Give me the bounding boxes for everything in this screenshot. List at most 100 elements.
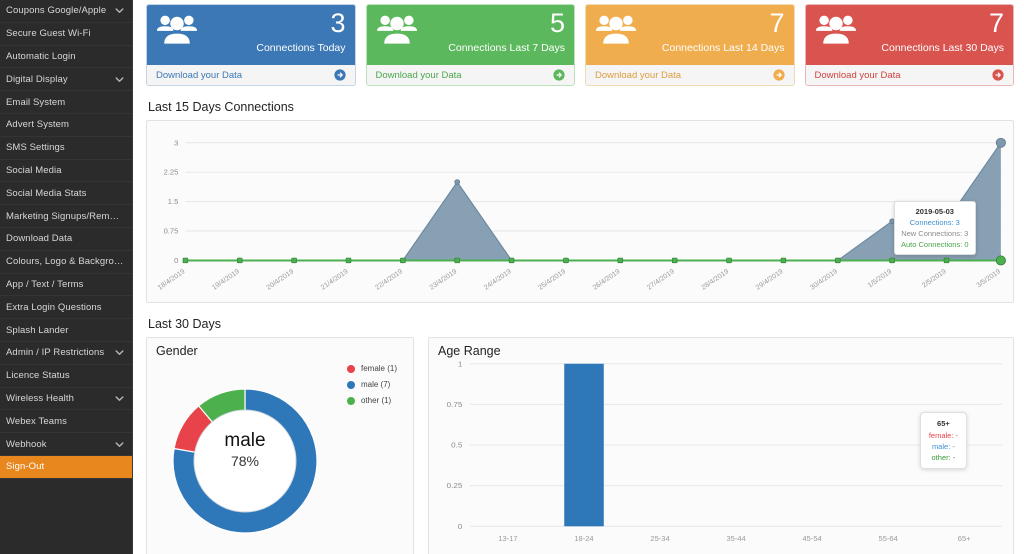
sidebar-item-admin-ip-restrictions[interactable]: Admin / IP Restrictions	[0, 342, 132, 365]
gender-chart-title: Gender	[156, 344, 198, 358]
svg-text:18-24: 18-24	[574, 534, 593, 543]
tooltip-date: 2019-05-03	[915, 207, 954, 216]
sidebar-item-automatic-login[interactable]: Automatic Login	[0, 46, 132, 69]
sidebar-item-social-media[interactable]: Social Media	[0, 160, 132, 183]
sidebar-item-label: App / Text / Terms	[6, 278, 84, 290]
svg-text:25/4/2019: 25/4/2019	[537, 268, 567, 291]
download-your-data-button[interactable]: Download your Data	[586, 65, 794, 85]
chevron-down-icon[interactable]	[115, 394, 124, 403]
app-root: Coupons Google/Apple Secure Guest Wi-Fi Au…	[0, 0, 1024, 554]
age-tooltip-male: male: -	[931, 442, 955, 451]
sidebar-item-label: Download Data	[6, 233, 73, 245]
stat-card-value: 7	[769, 8, 785, 38]
svg-text:1: 1	[458, 360, 462, 369]
connections-line-chart-panel: 0 0.75 1.5 2.25 3 18/4/2019 19/4/2019 20/4/201…	[146, 120, 1014, 303]
sidebar-item-sign-out[interactable]: Sign-Out	[0, 455, 132, 479]
download-label: Download your Data	[375, 69, 462, 81]
line-section-title: Last 15 Days Connections	[148, 100, 294, 114]
users-icon	[595, 12, 637, 46]
stat-card-body: 5 Connections Last 7 Days	[366, 5, 574, 65]
sidebar-item-label: Email System	[6, 96, 66, 108]
sidebar-item-label: Automatic Login	[6, 50, 76, 62]
gender-chart-panel: Gender female (1) male (7) other (1) male …	[146, 337, 414, 554]
sidebar-item-marketing-signups-removals[interactable]: Marketing Signups/Removals	[0, 205, 132, 228]
sidebar-item-label: Advert System	[6, 119, 70, 131]
sidebar-item-colours-logo-background[interactable]: Colours, Logo & Background	[0, 251, 132, 274]
sidebar-item-wireless-health[interactable]: Wireless Health	[0, 388, 132, 411]
sidebar-item-digital-display[interactable]: Digital Display	[0, 68, 132, 92]
download-label: Download your Data	[595, 69, 682, 81]
download-your-data-button[interactable]: Download your Data	[805, 65, 1013, 85]
sidebar-item-licence-status[interactable]: Licence Status	[0, 365, 132, 388]
download-your-data-button[interactable]: Download your Data	[147, 65, 355, 85]
bottom-section-title: Last 30 Days	[148, 317, 221, 331]
arrow-right-circle-icon[interactable]	[333, 69, 346, 81]
arrow-right-circle-icon[interactable]	[772, 69, 785, 81]
svg-text:23/4/2019: 23/4/2019	[429, 268, 459, 291]
download-your-data-button[interactable]: Download your Data	[366, 65, 574, 85]
download-label: Download your Data	[814, 69, 901, 81]
gender-legend-item[interactable]: male (7)	[346, 380, 397, 389]
arrow-right-circle-icon[interactable]	[992, 69, 1004, 81]
age-bar-18-24[interactable]	[564, 363, 604, 527]
sidebar-item-email-system[interactable]: Email System	[0, 91, 132, 114]
svg-text:0.25: 0.25	[447, 482, 463, 491]
sidebar-item-webex-teams[interactable]: Webex Teams	[0, 410, 132, 434]
svg-text:20/4/2019: 20/4/2019	[266, 268, 296, 291]
svg-text:0.5: 0.5	[451, 441, 462, 450]
sidebar-item-sms-settings[interactable]: SMS Settings	[0, 137, 132, 160]
stat-card-values: 5 Connections Last 7 Days	[448, 10, 565, 55]
age-range-chart-title: Age Range	[438, 344, 501, 358]
chevron-down-icon[interactable]	[115, 440, 124, 449]
sidebar-item-extra-login-questions[interactable]: Extra Login Questions	[0, 296, 132, 320]
chevron-down-icon[interactable]	[115, 6, 124, 15]
svg-text:65+: 65+	[958, 534, 971, 543]
stat-card-4[interactable]: 7 Connections Last 30 Days Download your D…	[804, 4, 1014, 86]
users-icon	[376, 12, 418, 46]
stat-card-body: 3 Connections Today	[147, 5, 355, 65]
sidebar-item-label: Secure Guest Wi-Fi	[6, 28, 91, 40]
connections-line-chart[interactable]: 0 0.75 1.5 2.25 3 18/4/2019 19/4/2019 20/4/201…	[147, 121, 1013, 302]
stat-card-1[interactable]: 3 Connections Today Download your Data	[146, 4, 356, 86]
sidebar-item-label: Social Media	[6, 164, 62, 176]
sidebar-item-label: Licence Status	[6, 370, 70, 382]
sidebar-item-label: SMS Settings	[6, 142, 65, 154]
legend-color-dot	[346, 396, 355, 405]
sidebar-item-social-media-stats[interactable]: Social Media Stats	[0, 182, 132, 206]
gender-legend: female (1) male (7) other (1)	[346, 364, 397, 412]
sidebar-item-advert-system[interactable]: Advert System	[0, 114, 132, 137]
chevron-down-icon[interactable]	[115, 348, 124, 357]
arrow-right-circle-icon[interactable]	[553, 69, 565, 81]
stat-card-caption: Connections Today	[256, 42, 346, 54]
legend-label: female (1)	[360, 364, 397, 373]
sidebar-item-secure-guest-wi-fi[interactable]: Secure Guest Wi-Fi	[0, 23, 132, 46]
svg-text:35-44: 35-44	[726, 534, 745, 543]
line-chart-tooltip: 2019-05-03 Connections: 3 New Connection…	[894, 201, 976, 255]
chevron-down-icon[interactable]	[115, 75, 124, 84]
svg-text:21/4/2019: 21/4/2019	[320, 268, 350, 291]
age-tooltip-female: female: -	[928, 431, 958, 440]
gender-donut[interactable]: male 78%	[155, 370, 335, 552]
stat-card-body: 7 Connections Last 30 Days	[805, 5, 1013, 65]
gender-legend-item[interactable]: other (1)	[346, 396, 397, 405]
stat-card-2[interactable]: 5 Connections Last 7 Days Download your Da…	[365, 4, 575, 86]
age-tooltip-other: other: -	[931, 453, 956, 462]
main-content: 3 Connections Today Download your Data 5 Con…	[133, 0, 1024, 554]
stat-card-caption: Connections Last 7 Days	[448, 42, 565, 54]
svg-text:2.25: 2.25	[164, 168, 179, 177]
stat-card-caption: Connections Last 14 Days	[661, 42, 785, 54]
sidebar-item-webhook[interactable]: Webhook	[0, 433, 132, 456]
gender-legend-item[interactable]: female (1)	[346, 364, 397, 373]
sidebar-item-coupons-google-apple[interactable]: Coupons Google/Apple	[0, 0, 132, 23]
svg-text:0.75: 0.75	[164, 227, 179, 236]
sidebar-item-app-text-terms[interactable]: App / Text / Terms	[0, 274, 132, 297]
sidebar-item-splash-lander[interactable]: Splash Lander	[0, 319, 132, 342]
stat-card-value: 7	[988, 8, 1004, 38]
age-range-chart-panel: Age Range 0 0.25 0.5 0.75 1 13-17 18-24 25-34 3…	[428, 337, 1014, 554]
stat-card-values: 7 Connections Last 30 Days	[881, 8, 1004, 55]
sidebar-item-label: Social Media Stats	[6, 187, 87, 199]
sidebar-item-download-data[interactable]: Download Data	[0, 228, 132, 251]
stat-card-3[interactable]: 7 Connections Last 14 Days Download your D…	[585, 4, 795, 86]
stat-card-values: 3 Connections Today	[256, 10, 346, 55]
svg-text:55-64: 55-64	[879, 534, 898, 543]
